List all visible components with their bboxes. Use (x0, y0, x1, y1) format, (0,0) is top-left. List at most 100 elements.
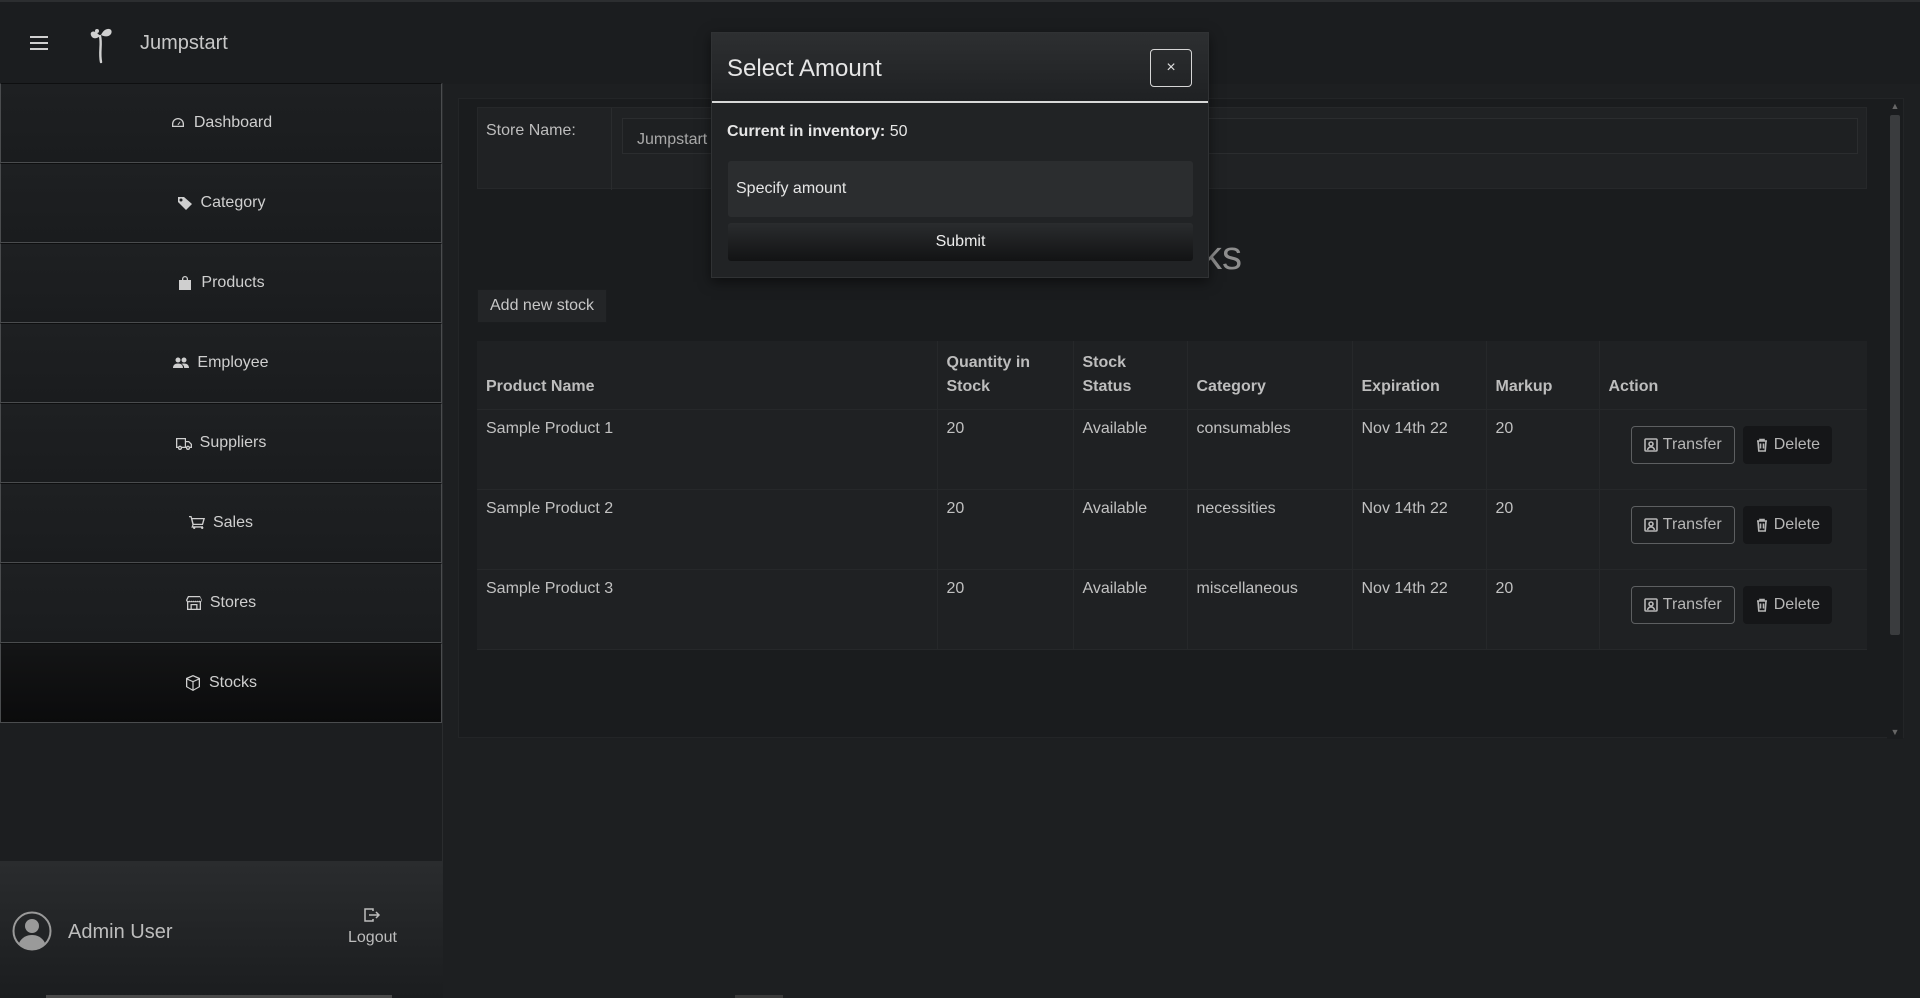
action-cell: Transfer Delete (1599, 489, 1867, 570)
transfer-label: Transfer (1662, 595, 1722, 613)
hamburger-menu-icon[interactable] (30, 36, 48, 50)
category-cell: necessities (1187, 489, 1353, 570)
shop-icon (185, 596, 202, 610)
delete-button[interactable]: Delete (1742, 425, 1832, 464)
transfer-icon (1643, 437, 1658, 452)
transfer-label: Transfer (1662, 435, 1722, 453)
table-row: Sample Product 1 20 Available consumable… (477, 409, 1867, 490)
markup-cell: 20 (1486, 569, 1600, 650)
sidebar-item-label: Suppliers (199, 434, 267, 451)
box-icon (185, 675, 200, 691)
close-icon: × (1166, 59, 1176, 76)
add-new-stock-button[interactable]: Add new stock (477, 289, 608, 323)
delete-label: Delete (1773, 515, 1820, 533)
transfer-label: Transfer (1662, 515, 1722, 533)
delete-button[interactable]: Delete (1742, 505, 1832, 544)
table-row: Sample Product 2 20 Available necessitie… (477, 489, 1867, 570)
status-cell: Available (1073, 489, 1188, 570)
column-header: Action (1599, 341, 1867, 410)
sidebar-item-label: Employee (197, 354, 269, 371)
column-header: Product Name (477, 341, 938, 410)
sidebar-item-label: Products (201, 274, 265, 291)
status-cell: Available (1073, 569, 1188, 650)
sidebar-item-stocks[interactable]: Stocks (0, 643, 442, 723)
quantity-cell: 20 (937, 409, 1074, 490)
delete-button[interactable]: Delete (1742, 585, 1832, 624)
inventory-value: 50 (889, 123, 908, 140)
sidebar-item-sales[interactable]: Sales (0, 483, 442, 563)
logout-icon (364, 908, 381, 922)
sidebar-item-products[interactable]: Products (0, 243, 442, 323)
column-header: Expiration (1352, 341, 1487, 410)
divider (611, 108, 612, 190)
table-row: Sample Product 3 20 Available miscellane… (477, 569, 1867, 650)
transfer-icon (1643, 597, 1658, 612)
inventory-label: Current in inventory: (727, 123, 886, 140)
action-cell: Transfer Delete (1599, 569, 1867, 650)
sidebar: Dashboard Category Products Employee Sup… (0, 83, 443, 998)
modal-title: Select Amount (727, 55, 882, 82)
delete-label: Delete (1773, 435, 1820, 453)
quantity-cell: 20 (937, 489, 1074, 570)
sidebar-item-label: Dashboard (193, 114, 273, 131)
table-header-row: Product Name Quantity in Stock Stock Sta… (477, 341, 1867, 410)
column-header: Quantity in Stock (937, 341, 1074, 410)
sidebar-item-dashboard[interactable]: Dashboard (0, 83, 442, 163)
expiration-cell: Nov 14th 22 (1352, 569, 1487, 650)
sidebar-item-label: Sales (212, 514, 254, 531)
markup-cell: 20 (1486, 409, 1600, 490)
transfer-button[interactable]: Transfer (1630, 425, 1735, 464)
people-icon (173, 357, 190, 368)
sidebar-item-employee[interactable]: Employee (0, 323, 442, 403)
truck-icon (175, 438, 192, 450)
transfer-icon (1643, 517, 1658, 532)
scroll-down-icon[interactable]: ▼ (1890, 727, 1900, 737)
cart-icon (188, 516, 205, 530)
sidebar-item-label: Category (200, 194, 266, 211)
app-title: Jumpstart (140, 32, 228, 54)
column-header: Stock Status (1073, 341, 1188, 410)
product-name-cell: Sample Product 3 (477, 569, 938, 650)
submit-button[interactable]: Submit (728, 223, 1193, 261)
product-name-cell: Sample Product 1 (477, 409, 938, 490)
column-header: Markup (1486, 341, 1600, 410)
sidebar-item-label: Stocks (208, 674, 257, 691)
quantity-cell: 20 (937, 569, 1074, 650)
logout-button[interactable]: Logout (348, 907, 397, 947)
modal-header: Select Amount × (712, 33, 1208, 103)
transfer-button[interactable]: Transfer (1630, 585, 1735, 624)
sidebar-item-category[interactable]: Category (0, 163, 442, 243)
expiration-cell: Nov 14th 22 (1352, 489, 1487, 570)
select-amount-modal: Select Amount × Current in inventory: 50… (711, 32, 1209, 278)
status-cell: Available (1073, 409, 1188, 490)
sidebar-item-stores[interactable]: Stores (0, 563, 442, 643)
trash-icon (1756, 518, 1767, 532)
expiration-cell: Nov 14th 22 (1352, 409, 1487, 490)
column-header: Category (1187, 341, 1353, 410)
user-panel: Admin User Logout (0, 861, 443, 998)
trash-icon (1756, 438, 1767, 452)
product-name-cell: Sample Product 2 (477, 489, 938, 570)
store-name-label: Store Name: (486, 122, 576, 139)
sidebar-item-label: Stores (209, 594, 257, 611)
scroll-thumb[interactable] (1890, 115, 1900, 635)
close-button[interactable]: × (1150, 49, 1192, 87)
user-avatar-icon (12, 911, 52, 951)
category-cell: miscellaneous (1187, 569, 1353, 650)
app-logo (90, 28, 112, 64)
inventory-info: Current in inventory: 50 (727, 123, 907, 141)
delete-label: Delete (1773, 595, 1820, 613)
transfer-button[interactable]: Transfer (1630, 505, 1735, 544)
stock-table: Product Name Quantity in Stock Stock Sta… (477, 341, 1867, 650)
vertical-scrollbar[interactable]: ▲ ▼ (1887, 99, 1903, 739)
action-cell: Transfer Delete (1599, 409, 1867, 490)
scroll-up-icon[interactable]: ▲ (1890, 101, 1900, 111)
bag-icon (179, 276, 192, 290)
sidebar-item-suppliers[interactable]: Suppliers (0, 403, 442, 483)
tag-icon (177, 197, 192, 210)
dashboard-icon (171, 118, 184, 127)
markup-cell: 20 (1486, 489, 1600, 570)
logout-label: Logout (348, 929, 397, 946)
amount-input[interactable] (728, 161, 1193, 217)
category-cell: consumables (1187, 409, 1353, 490)
